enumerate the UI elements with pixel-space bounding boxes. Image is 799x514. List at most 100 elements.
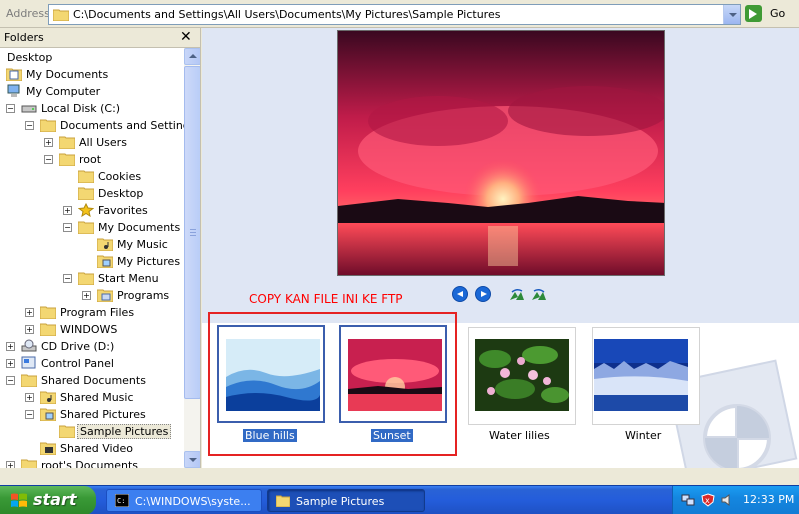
- expand-icon[interactable]: +: [25, 393, 34, 402]
- collapse-icon[interactable]: −: [25, 410, 34, 419]
- tree-item[interactable]: + Programs: [0, 287, 184, 304]
- folder-icon: [20, 458, 38, 468]
- folder-open-icon: [58, 424, 76, 439]
- tree-item[interactable]: + Favorites: [0, 202, 184, 219]
- tree-item[interactable]: − Shared Pictures: [0, 406, 184, 423]
- tree-item-label: Programs: [117, 289, 170, 302]
- tree-item-label: WINDOWS: [60, 323, 118, 336]
- tree-item[interactable]: + root's Documents: [0, 457, 184, 468]
- svg-text:x: x: [705, 496, 710, 505]
- expand-icon[interactable]: +: [6, 359, 15, 368]
- tree-item[interactable]: Cookies: [0, 168, 184, 185]
- collapse-icon[interactable]: −: [6, 376, 15, 385]
- collapse-icon[interactable]: −: [6, 104, 15, 113]
- tree-item[interactable]: My Documents: [0, 66, 184, 83]
- tree-item-label: Documents and Settings: [60, 119, 184, 132]
- tree-item[interactable]: My Computer: [0, 83, 184, 100]
- tree-item[interactable]: − root: [0, 151, 184, 168]
- folder-icon: [77, 186, 95, 201]
- folder-open-icon: [77, 271, 95, 286]
- collapse-icon[interactable]: −: [63, 223, 72, 232]
- expand-icon[interactable]: +: [63, 206, 72, 215]
- address-path: C:\Documents and Settings\All Users\Docu…: [73, 8, 501, 21]
- vertical-scrollbar[interactable]: [184, 48, 200, 468]
- thumbnail-winter[interactable]: [592, 327, 700, 425]
- previous-image-icon[interactable]: [452, 286, 468, 302]
- tree-item[interactable]: Shared Video: [0, 440, 184, 457]
- expand-icon[interactable]: +: [25, 308, 34, 317]
- rotate-counterclockwise-icon[interactable]: [531, 288, 547, 302]
- tree-item[interactable]: Desktop: [0, 185, 184, 202]
- collapse-icon[interactable]: −: [63, 274, 72, 283]
- folder-icon: [39, 305, 57, 320]
- address-label: Address: [6, 7, 50, 20]
- clock: 12:33 PM: [743, 493, 795, 506]
- expand-icon[interactable]: +: [82, 291, 91, 300]
- address-dropdown-button[interactable]: [723, 5, 740, 24]
- music-folder-icon: [96, 237, 114, 252]
- tree-item[interactable]: My Pictures: [0, 253, 184, 270]
- collapse-icon[interactable]: −: [25, 121, 34, 130]
- tree-item-label: My Computer: [26, 85, 101, 98]
- folder-icon: [77, 169, 95, 184]
- tree-item[interactable]: + Program Files: [0, 304, 184, 321]
- expand-icon[interactable]: +: [6, 461, 15, 468]
- volume-icon[interactable]: [720, 493, 734, 507]
- my-documents-icon: [5, 67, 23, 82]
- folder-open-icon: [20, 373, 38, 388]
- tree-item-label: root: [79, 153, 102, 166]
- filmstrip-view: COPY KAN FILE INI KE FTP Blue hills Suns…: [202, 28, 799, 468]
- preview-area: COPY KAN FILE INI KE FTP: [202, 28, 799, 323]
- tree-item[interactable]: + WINDOWS: [0, 321, 184, 338]
- taskbar-item-sample-pictures[interactable]: Sample Pictures: [267, 489, 425, 512]
- thumbnail-water-lilies[interactable]: [468, 327, 576, 425]
- command-prompt-icon: C:: [114, 493, 130, 508]
- taskbar-item-command-prompt[interactable]: C: C:\WINDOWS\syste...: [106, 489, 262, 512]
- tree-item[interactable]: + Control Panel: [0, 355, 184, 372]
- folder-open-icon: [77, 220, 95, 235]
- tree-item[interactable]: − My Documents: [0, 219, 184, 236]
- next-image-icon[interactable]: [475, 286, 491, 302]
- scroll-up-button[interactable]: [184, 48, 200, 65]
- tree-item-label: All Users: [79, 136, 127, 149]
- tree-item[interactable]: − Local Disk (C:): [0, 100, 184, 117]
- tree-item-label: My Music: [117, 238, 168, 251]
- rotate-clockwise-icon[interactable]: [509, 288, 525, 302]
- tree-item[interactable]: Desktop: [0, 49, 184, 66]
- tree-item-label: Shared Pictures: [60, 408, 146, 421]
- folder-icon: [275, 494, 291, 508]
- tree-item[interactable]: + Shared Music: [0, 389, 184, 406]
- tree-item[interactable]: + All Users: [0, 134, 184, 151]
- scroll-down-button[interactable]: [184, 451, 200, 468]
- tree-item-label: Shared Music: [60, 391, 134, 404]
- tree-item[interactable]: − Shared Documents: [0, 372, 184, 389]
- go-button[interactable]: Go: [745, 5, 797, 24]
- close-icon[interactable]: ✕: [180, 29, 192, 45]
- music-folder-icon: [39, 390, 57, 405]
- tree-item[interactable]: + CD Drive (D:): [0, 338, 184, 355]
- tree-item[interactable]: − Documents and Settings: [0, 117, 184, 134]
- security-shield-icon[interactable]: x: [701, 493, 715, 507]
- tree-item-label: Desktop: [98, 187, 144, 200]
- winter-image: [594, 339, 688, 411]
- network-icon[interactable]: [681, 493, 695, 507]
- tree-item-label: CD Drive (D:): [41, 340, 115, 353]
- tree-item[interactable]: Sample Pictures: [0, 423, 184, 440]
- tree-item[interactable]: My Music: [0, 236, 184, 253]
- annotation-text: COPY KAN FILE INI KE FTP: [249, 292, 403, 306]
- windows-logo-icon: [10, 492, 28, 509]
- video-folder-icon: [39, 441, 57, 456]
- expand-icon[interactable]: +: [44, 138, 53, 147]
- tree-item-label: root's Documents: [41, 459, 139, 468]
- collapse-icon[interactable]: −: [44, 155, 53, 164]
- address-input[interactable]: C:\Documents and Settings\All Users\Docu…: [48, 4, 741, 25]
- tree-item-label: My Pictures: [117, 255, 181, 268]
- expand-icon[interactable]: +: [6, 342, 15, 351]
- folder-open-icon: [58, 152, 76, 167]
- expand-icon[interactable]: +: [25, 325, 34, 334]
- go-label: Go: [770, 7, 786, 20]
- start-button[interactable]: start: [0, 486, 96, 514]
- scroll-thumb[interactable]: [184, 66, 200, 399]
- go-arrow-icon: [745, 5, 762, 22]
- tree-item[interactable]: − Start Menu: [0, 270, 184, 287]
